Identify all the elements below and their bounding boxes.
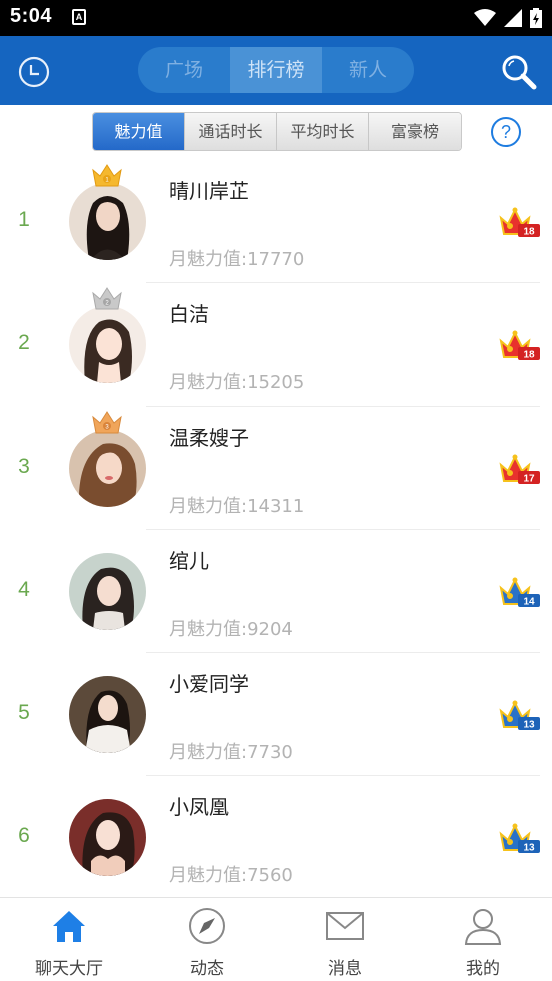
nav-label: 动态 — [190, 959, 224, 979]
home-icon — [53, 911, 85, 942]
level-crown-icon: 18 — [499, 330, 540, 361]
rank-number: 1 — [18, 208, 30, 231]
nav-label: 聊天大厅 — [35, 959, 103, 979]
compass-icon — [189, 908, 225, 944]
top-segment-control: 广场 排行榜 新人 — [138, 47, 414, 93]
ranking-row[interactable]: 4 绾儿 月魅力值:9204 14 — [0, 530, 552, 654]
user-icon — [464, 909, 502, 945]
ranking-category-tabs: 魅力值 通话时长 平均时长 富豪榜 — [92, 112, 462, 151]
level-crown-icon: 17 — [499, 454, 540, 484]
monthly-charm: 月魅力值:14311 — [169, 495, 305, 517]
status-icons — [474, 8, 542, 28]
rank-number: 4 — [18, 577, 30, 601]
level-crown-icon: 13 — [499, 823, 540, 854]
level-number: 18 — [523, 350, 535, 361]
user-name: 白洁 — [169, 302, 209, 327]
bronze-crown-icon: 3 — [92, 410, 122, 434]
user-name: 绾儿 — [169, 548, 209, 573]
level-crown-icon: 14 — [499, 577, 540, 607]
level-number: 14 — [523, 596, 535, 607]
status-bar: 5:04 A — [0, 0, 552, 36]
user-name: 小爱同学 — [169, 672, 249, 697]
help-icon[interactable]: ? — [491, 117, 521, 147]
bottom-nav: 聊天大厅 动态 消息 我的 — [0, 897, 552, 981]
ranking-row[interactable]: 3 3 温柔嫂子 月魅力值:14311 17 — [0, 407, 552, 530]
avatar[interactable] — [69, 183, 146, 260]
tab-square[interactable]: 广场 — [138, 47, 230, 93]
wifi-icon — [474, 9, 496, 26]
avatar[interactable] — [69, 552, 146, 630]
avatar[interactable] — [69, 429, 146, 507]
user-name: 温柔嫂子 — [169, 425, 249, 450]
monthly-charm: 月魅力值:15205 — [169, 372, 305, 394]
ranking-row[interactable]: 2 2 白洁 月魅力值:15205 18 — [0, 283, 552, 407]
nav-label: 我的 — [466, 959, 500, 979]
status-time: 5:04 — [10, 5, 53, 27]
nav-label: 消息 — [328, 959, 362, 979]
monthly-charm: 月魅力值:9204 — [169, 618, 293, 640]
rank-number: 6 — [18, 824, 30, 848]
notification-icon: A — [72, 9, 86, 25]
level-number: 18 — [523, 227, 535, 238]
user-name: 晴川岸芷 — [169, 179, 249, 203]
monthly-charm: 月魅力值:7730 — [169, 742, 293, 764]
rank-number: 2 — [18, 331, 30, 355]
top-header: 广场 排行榜 新人 — [0, 36, 552, 105]
monthly-charm: 月魅力值:7560 — [169, 865, 293, 887]
tab-rich-list[interactable]: 富豪榜 — [369, 113, 461, 150]
nav-profile[interactable]: 我的 — [414, 898, 552, 981]
search-icon[interactable] — [500, 53, 538, 91]
mail-icon — [326, 912, 364, 940]
ranking-row[interactable]: 6 小凤凰 月魅力值:7560 13 — [0, 776, 552, 899]
signal-icon — [504, 9, 522, 27]
clock-icon[interactable] — [18, 56, 50, 88]
ranking-row[interactable]: 5 小爱同学 月魅力值:7730 13 — [0, 653, 552, 777]
avatar[interactable] — [69, 799, 146, 877]
gold-crown-icon: 1 — [92, 164, 122, 187]
tab-ranking[interactable]: 排行榜 — [230, 47, 322, 93]
avatar[interactable] — [69, 306, 146, 384]
avatar[interactable] — [69, 676, 146, 754]
ranking-row[interactable]: 1 1 晴川岸芷 月魅力值:17770 18 — [0, 160, 552, 284]
nav-moments[interactable]: 动态 — [138, 898, 276, 981]
silver-crown-icon: 2 — [92, 287, 122, 310]
battery-icon — [530, 8, 542, 28]
nav-chat-hall[interactable]: 聊天大厅 — [0, 898, 138, 981]
ranking-list: 1 1 晴川岸芷 月魅力值:17770 18 2 2 白洁 月魅力值:15205… — [0, 160, 552, 900]
tab-newcomers[interactable]: 新人 — [322, 47, 414, 93]
monthly-charm: 月魅力值:17770 — [169, 249, 305, 270]
level-crown-icon: 18 — [499, 207, 540, 238]
tab-charm[interactable]: 魅力值 — [93, 113, 185, 150]
user-name: 小凤凰 — [169, 795, 229, 820]
rank-number: 3 — [18, 454, 30, 478]
level-number: 13 — [523, 843, 535, 854]
level-number: 17 — [523, 473, 535, 484]
tab-average-duration[interactable]: 平均时长 — [277, 113, 369, 150]
nav-messages[interactable]: 消息 — [276, 898, 414, 981]
level-crown-icon: 13 — [499, 700, 540, 731]
tab-call-duration[interactable]: 通话时长 — [185, 113, 277, 150]
rank-number: 5 — [18, 701, 30, 725]
level-number: 13 — [523, 720, 535, 731]
